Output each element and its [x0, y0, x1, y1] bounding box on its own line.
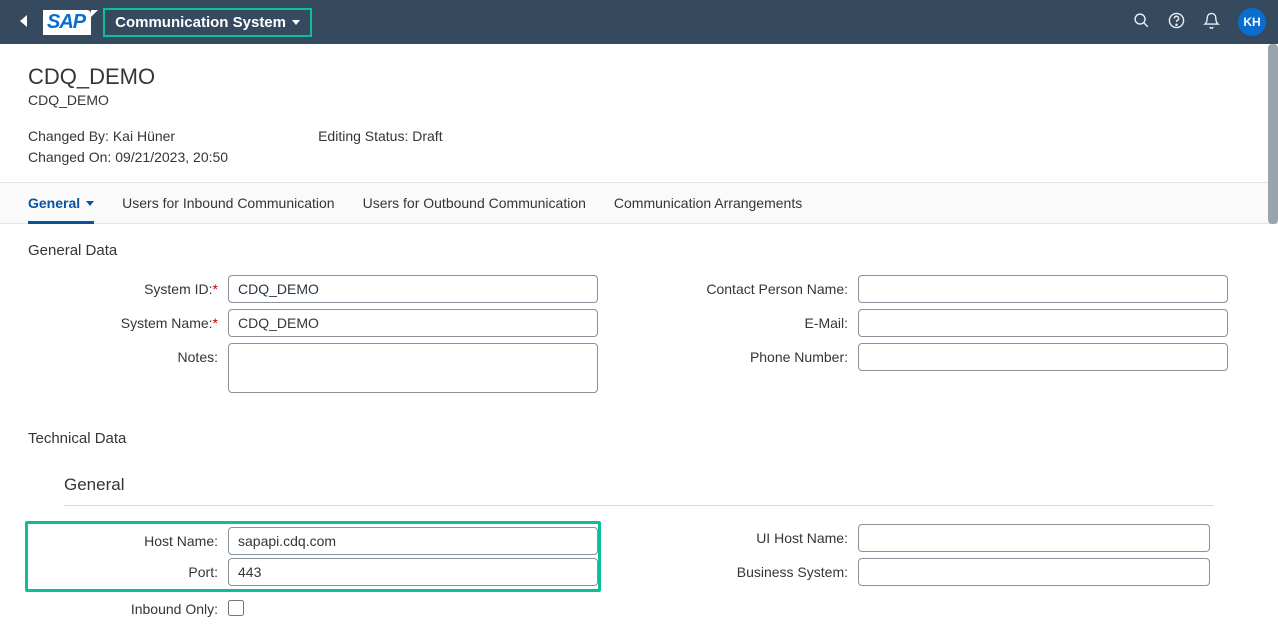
header-attributes: Changed By: Kai Hüner Changed On: 09/21/…: [28, 126, 1250, 168]
shell-left: SAP Communication System: [12, 8, 312, 37]
changed-by-value: Kai Hüner: [113, 128, 175, 144]
search-icon[interactable]: [1133, 12, 1150, 32]
chevron-down-icon: [292, 20, 300, 25]
user-avatar[interactable]: KH: [1238, 8, 1266, 36]
system-id-input[interactable]: [228, 275, 598, 303]
phone-label: Phone Number:: [750, 349, 848, 365]
tab-general-label: General: [28, 195, 80, 211]
system-id-label: System ID:: [144, 281, 212, 297]
section-general-data: General Data: [28, 242, 1250, 259]
general-data-form: System ID:* System Name:* Notes: Contact…: [28, 275, 1228, 402]
tab-inbound[interactable]: Users for Inbound Communication: [122, 183, 334, 223]
page-content: General Data System ID:* System Name:* N…: [0, 224, 1278, 641]
help-icon[interactable]: [1168, 12, 1185, 32]
system-name-input[interactable]: [228, 309, 598, 337]
port-label: Port:: [188, 564, 218, 580]
highlighted-host-port: Host Name: Port:: [25, 521, 601, 592]
system-name-label: System Name:: [121, 315, 213, 331]
changed-by-label: Changed By:: [28, 128, 109, 144]
email-label: E-Mail:: [804, 315, 848, 331]
chevron-down-icon: [86, 201, 94, 206]
shell-bar: SAP Communication System KH: [0, 0, 1278, 44]
vertical-scrollbar[interactable]: [1268, 44, 1278, 224]
subsection-divider: [64, 505, 1214, 506]
sap-logo: SAP: [43, 10, 91, 35]
tab-outbound[interactable]: Users for Outbound Communication: [363, 183, 586, 223]
editing-status-value: Draft: [412, 128, 442, 144]
host-name-label: Host Name:: [144, 533, 218, 549]
email-input[interactable]: [858, 309, 1228, 337]
page-header: CDQ_DEMO CDQ_DEMO Changed By: Kai Hüner …: [0, 44, 1278, 182]
editing-status-label: Editing Status:: [318, 128, 408, 144]
contact-input[interactable]: [858, 275, 1228, 303]
ui-host-label: UI Host Name:: [756, 530, 848, 546]
page-subtitle: CDQ_DEMO: [28, 92, 1250, 108]
business-system-input[interactable]: [858, 558, 1210, 586]
business-system-label: Business System:: [737, 564, 848, 580]
header-col-status: Editing Status: Draft: [318, 126, 443, 168]
port-input[interactable]: [228, 558, 598, 586]
shell-right: KH: [1133, 8, 1266, 36]
back-button[interactable]: [12, 8, 35, 36]
notes-input[interactable]: [228, 343, 598, 393]
subsection-general: General: [64, 475, 1250, 495]
chevron-left-icon: [20, 15, 27, 27]
changed-on-label: Changed On:: [28, 149, 111, 165]
app-title: Communication System: [115, 14, 286, 31]
inbound-only-label: Inbound Only:: [131, 601, 218, 617]
host-name-input[interactable]: [228, 527, 598, 555]
contact-label: Contact Person Name:: [706, 281, 848, 297]
notification-icon[interactable]: [1203, 12, 1220, 32]
page-title: CDQ_DEMO: [28, 64, 1250, 90]
tab-arrangements[interactable]: Communication Arrangements: [614, 183, 802, 223]
app-title-dropdown[interactable]: Communication System: [103, 8, 312, 37]
technical-data-form: Host Name: Port: Inbound Only: UI Host N…: [28, 524, 1228, 625]
ui-host-input[interactable]: [858, 524, 1210, 552]
phone-input[interactable]: [858, 343, 1228, 371]
header-col-changed: Changed By: Kai Hüner Changed On: 09/21/…: [28, 126, 228, 168]
notes-label: Notes:: [178, 349, 218, 365]
changed-on-value: 09/21/2023, 20:50: [115, 149, 228, 165]
inbound-only-checkbox[interactable]: [228, 600, 244, 616]
section-technical-data: Technical Data: [28, 430, 1250, 447]
anchor-bar: General Users for Inbound Communication …: [0, 182, 1278, 224]
tab-general[interactable]: General: [28, 183, 94, 224]
